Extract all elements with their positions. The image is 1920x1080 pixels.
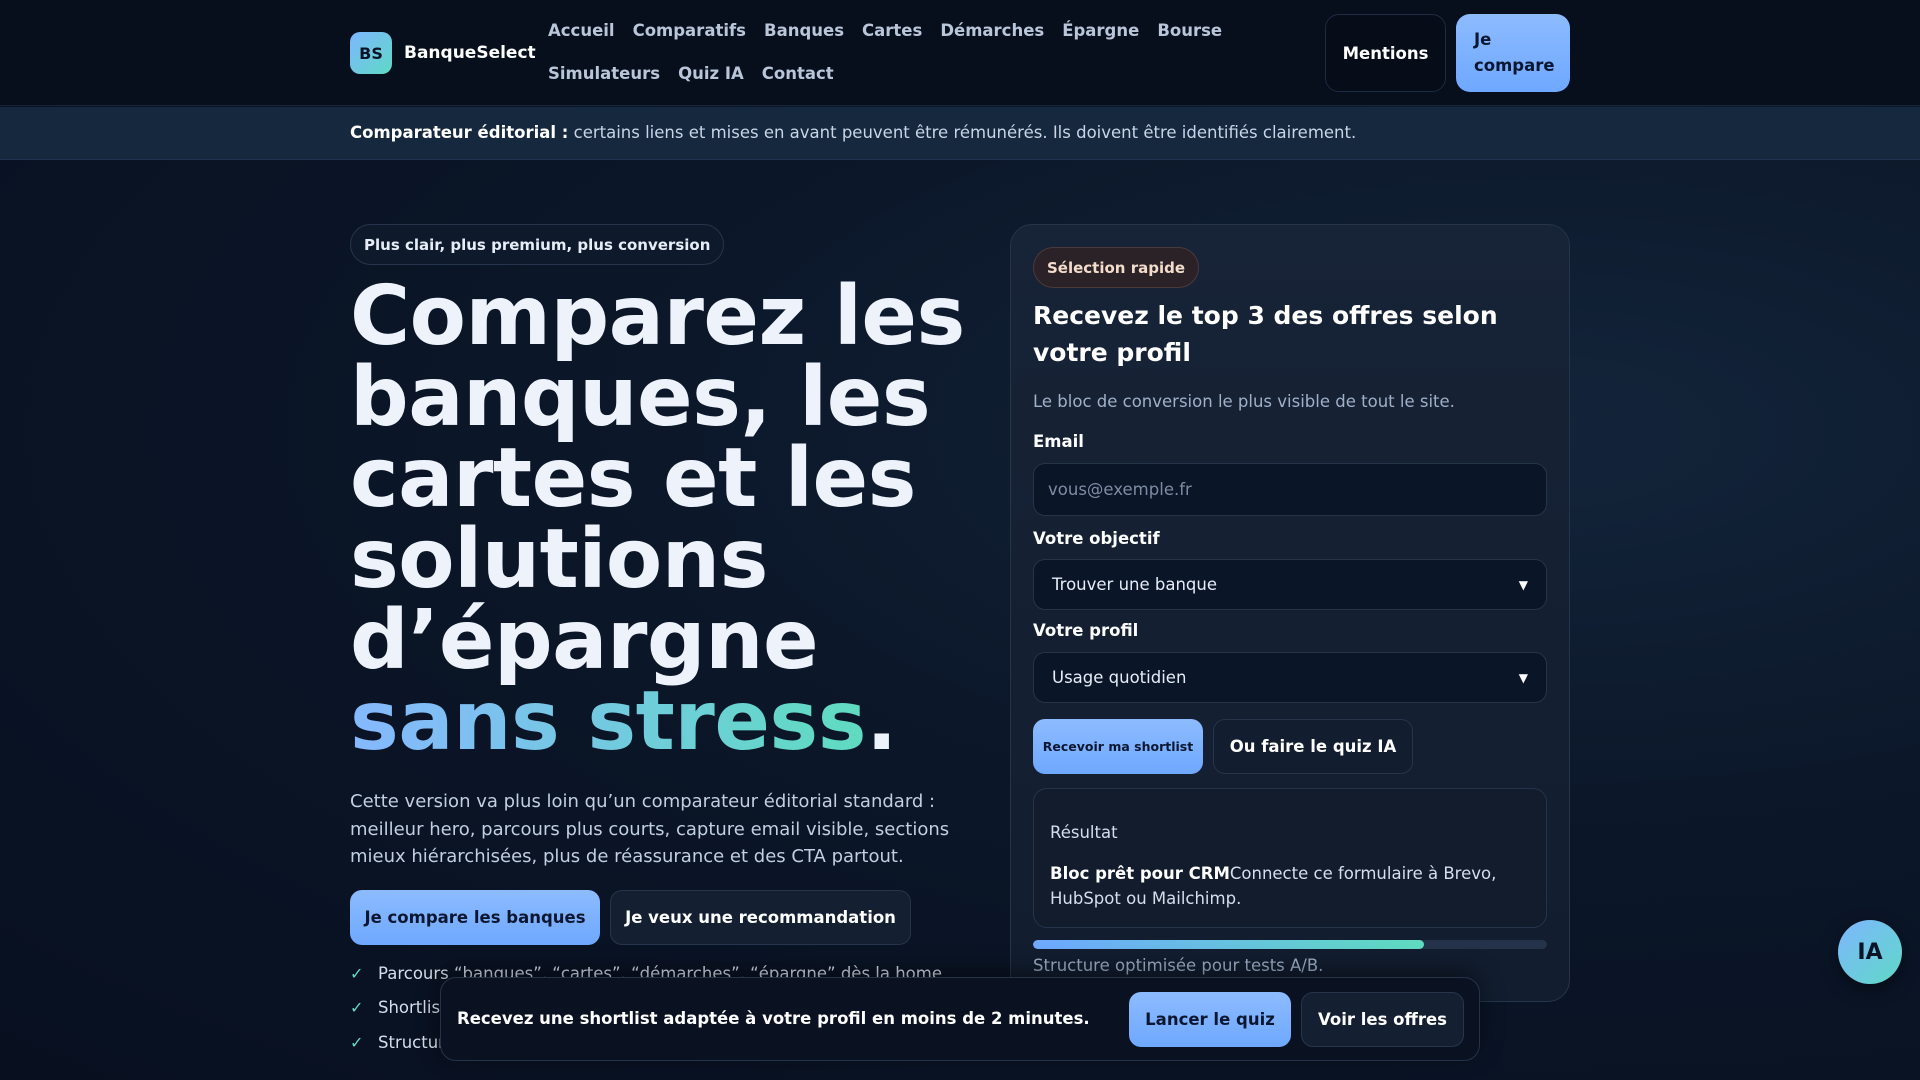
hero-title-highlight: sans stress bbox=[350, 674, 867, 769]
email-input[interactable] bbox=[1033, 463, 1547, 516]
brand[interactable]: BS BanqueSelect bbox=[350, 32, 536, 74]
hero-pill: Plus clair, plus premium, plus conversio… bbox=[350, 224, 725, 265]
compare-banks-button[interactable]: Je compare les banques bbox=[350, 890, 600, 945]
profile-select[interactable]: Usage quotidien ▼ bbox=[1033, 652, 1547, 703]
nav-link-bourse[interactable]: Bourse bbox=[1157, 21, 1222, 40]
check-icon: ✓ bbox=[350, 1032, 364, 1052]
recommendation-button[interactable]: Je veux une recommandation bbox=[610, 890, 911, 945]
site-header: BS BanqueSelect Accueil Comparatifs Banq… bbox=[0, 0, 1920, 106]
notice-bold: Comparateur éditorial : bbox=[350, 123, 569, 142]
result-box: Résultat Bloc prêt pour CRMConnecte ce f… bbox=[1033, 788, 1547, 928]
result-bold: Bloc prêt pour CRM bbox=[1050, 864, 1230, 883]
see-offers-button[interactable]: Voir les offres bbox=[1301, 992, 1464, 1047]
brand-name: BanqueSelect bbox=[404, 43, 536, 63]
hero-description: Cette version va plus loin qu’un compara… bbox=[350, 791, 950, 867]
quick-selection-card: Sélection rapide Recevez le top 3 des of… bbox=[1010, 224, 1570, 1002]
nav-link-banques[interactable]: Banques bbox=[764, 21, 844, 40]
sticky-cta-bar: Recevez une shortlist adaptée à votre pr… bbox=[440, 977, 1480, 1061]
result-text: Bloc prêt pour CRMConnecte ce formulaire… bbox=[1050, 861, 1530, 911]
chevron-down-icon: ▼ bbox=[1518, 670, 1528, 685]
quick-selection-badge: Sélection rapide bbox=[1033, 247, 1200, 288]
check-icon: ✓ bbox=[350, 998, 364, 1018]
ai-assistant-button[interactable]: IA bbox=[1838, 920, 1902, 984]
objective-select[interactable]: Trouver une banque ▼ bbox=[1033, 559, 1547, 610]
hero-title-main: Comparez les banques, les cartes et les … bbox=[350, 269, 965, 688]
nav-link-contact[interactable]: Contact bbox=[762, 64, 834, 83]
sticky-text: Recevez une shortlist adaptée à votre pr… bbox=[457, 1009, 1090, 1028]
form-title: Recevez le top 3 des offres selon votre … bbox=[1033, 301, 1498, 367]
quiz-ia-button[interactable]: Ou faire le quiz IA bbox=[1213, 719, 1413, 774]
editorial-notice-bar: Comparateur éditorial : certains liens e… bbox=[0, 107, 1920, 160]
nav-row-2: Simulateurs Quiz IA Contact bbox=[548, 57, 1228, 89]
hero-title: Comparez les banques, les cartes et les … bbox=[350, 276, 990, 763]
nav-link-comparatifs[interactable]: Comparatifs bbox=[633, 21, 746, 40]
check-icon: ✓ bbox=[350, 963, 364, 983]
launch-quiz-button[interactable]: Lancer le quiz bbox=[1129, 992, 1291, 1047]
notice-text: Comparateur éditorial : certains liens e… bbox=[350, 123, 1356, 142]
receive-shortlist-button[interactable]: Recevoir ma shortlist bbox=[1033, 719, 1203, 774]
progress-fill bbox=[1033, 940, 1424, 949]
je-compare-button[interactable]: Je compare bbox=[1456, 14, 1570, 92]
email-label: Email bbox=[1033, 432, 1084, 451]
nav-link-quiz-ia[interactable]: Quiz IA bbox=[678, 64, 744, 83]
profile-label: Votre profil bbox=[1033, 621, 1139, 640]
objective-selected-value: Trouver une banque bbox=[1052, 575, 1218, 594]
nav-row-1: Accueil Comparatifs Banques Cartes Démar… bbox=[548, 14, 1228, 46]
form-subtitle: Le bloc de conversion le plus visible de… bbox=[1033, 392, 1455, 411]
brand-logo-icon: BS bbox=[350, 32, 392, 74]
nav-link-simulateurs[interactable]: Simulateurs bbox=[548, 64, 660, 83]
progress-bar bbox=[1033, 940, 1547, 949]
nav-link-demarches[interactable]: Démarches bbox=[940, 21, 1044, 40]
profile-selected-value: Usage quotidien bbox=[1052, 668, 1187, 687]
notice-body: certains liens et mises en avant peuvent… bbox=[568, 123, 1357, 142]
main-nav: Accueil Comparatifs Banques Cartes Démar… bbox=[548, 14, 1228, 89]
result-label: Résultat bbox=[1050, 823, 1118, 842]
hero-title-end: . bbox=[866, 674, 897, 769]
check-text: Structur bbox=[378, 1032, 445, 1052]
nav-link-accueil[interactable]: Accueil bbox=[548, 21, 615, 40]
objective-label: Votre objectif bbox=[1033, 529, 1160, 548]
nav-link-epargne[interactable]: Épargne bbox=[1062, 21, 1139, 40]
nav-link-cartes[interactable]: Cartes bbox=[862, 21, 922, 40]
chevron-down-icon: ▼ bbox=[1518, 577, 1528, 592]
mentions-button[interactable]: Mentions bbox=[1325, 14, 1446, 92]
check-text: Shortlist bbox=[378, 998, 447, 1018]
progress-caption: Structure optimisée pour tests A/B. bbox=[1033, 956, 1324, 975]
